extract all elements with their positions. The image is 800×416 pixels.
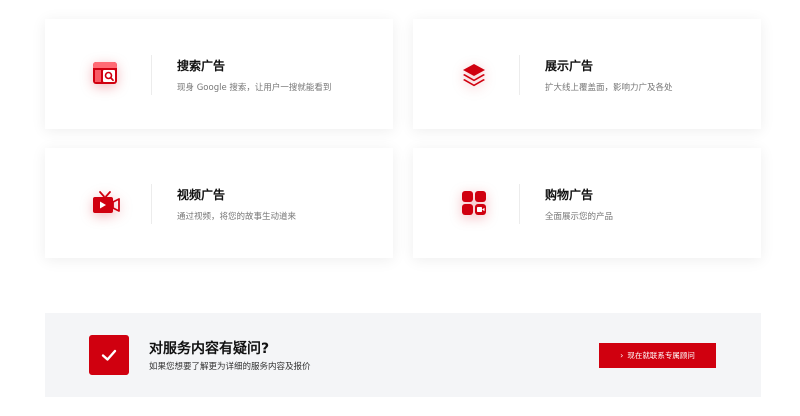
- cta-title: 对服务内容有疑问?: [149, 341, 270, 357]
- card-divider: [151, 184, 152, 224]
- cta-subtitle: 如果您想要了解更为详细的服务内容及报价: [149, 362, 311, 372]
- service-card-search[interactable]: 搜索广告 现身 Google 搜索，让用户一搜就能看到: [45, 19, 393, 129]
- card-divider: [151, 55, 152, 95]
- service-card-video[interactable]: 视频广告 通过视频，将您的故事生动道来: [45, 148, 393, 258]
- services-page: 搜索广告 现身 Google 搜索，让用户一搜就能看到 展示广告 扩大线上覆盖面…: [0, 0, 800, 416]
- search-ad-icon: [89, 57, 123, 91]
- card-divider: [519, 55, 520, 95]
- tv-video-icon: [89, 186, 123, 220]
- service-title: 搜索广告: [177, 59, 226, 73]
- service-title: 视频广告: [177, 188, 226, 202]
- service-card-display[interactable]: 展示广告 扩大线上覆盖面，影响力广及各处: [413, 19, 761, 129]
- service-description: 扩大线上覆盖面，影响力广及各处: [545, 83, 673, 93]
- chevron-right-icon: ›: [620, 351, 624, 360]
- contact-advisor-label: 现在就联系专属顾问: [627, 351, 695, 360]
- contact-advisor-button[interactable]: › 现在就联系专属顾问: [599, 343, 716, 368]
- service-description: 通过视频，将您的故事生动道来: [177, 212, 297, 222]
- service-description: 全面展示您的产品: [545, 212, 614, 222]
- apps-grid-icon: [457, 186, 491, 220]
- layers-icon: [457, 57, 491, 91]
- service-card-shopping[interactable]: 购物广告 全面展示您的产品: [413, 148, 761, 258]
- service-title: 购物广告: [545, 188, 594, 202]
- service-title: 展示广告: [545, 59, 594, 73]
- check-icon: [89, 335, 129, 375]
- service-description: 现身 Google 搜索，让用户一搜就能看到: [177, 83, 332, 93]
- card-divider: [519, 184, 520, 224]
- contact-cta-panel: 对服务内容有疑问? 如果您想要了解更为详细的服务内容及报价 › 现在就联系专属顾…: [45, 313, 761, 397]
